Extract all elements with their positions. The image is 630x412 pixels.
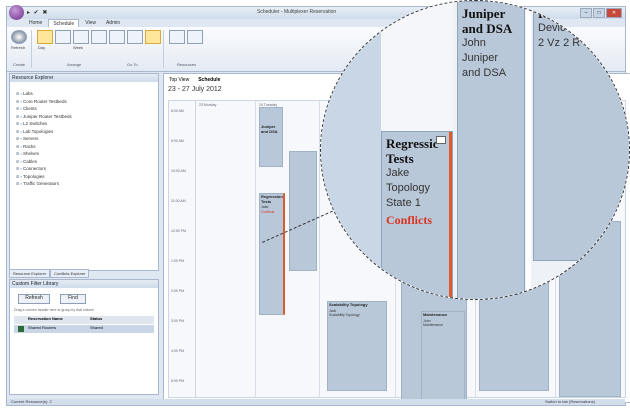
time-label: 3:00 PM (171, 319, 185, 323)
mg-line: 2 Vz 2 R (538, 37, 581, 49)
tree-item[interactable]: Traffic Generators (16, 180, 158, 188)
resource-explorer-panel: Resource Explorer Labs Core Router Testb… (9, 73, 159, 271)
appointment-juniper-dsa[interactable]: Juniper and DSA (259, 107, 283, 167)
time-label: 2:00 PM (171, 289, 185, 293)
appointment-lane[interactable] (289, 151, 317, 271)
tree-item[interactable]: Racks (16, 143, 158, 151)
group-create: Create (13, 62, 26, 67)
filter-find-button[interactable]: Find (60, 294, 86, 304)
time-label: 12:00 PM (171, 229, 186, 233)
tree-item[interactable]: Core Router Testbeds (16, 98, 158, 106)
appt-detail: Scalability Topology (329, 313, 360, 317)
time-column: 8:00 AM 9:00 AM 10:00 AM 11:00 AM 12:00 … (169, 101, 196, 397)
custom-filter-panel: Custom Filter Library Refresh Find Drag … (9, 279, 159, 395)
group-resources: Resources (177, 62, 197, 67)
row-name: Shared Routers (28, 325, 57, 330)
tree-item[interactable]: Shelves (16, 150, 158, 158)
group-arrange: Arrange (67, 62, 82, 67)
work-week-button[interactable] (55, 30, 71, 44)
filter-refresh-button[interactable]: Refresh (18, 294, 50, 304)
time-label: 11:00 AM (171, 199, 186, 203)
appt-conflict: Conflicts (261, 209, 275, 214)
refresh-label: Refresh (11, 45, 26, 50)
timeline-button[interactable] (109, 30, 125, 44)
week-button[interactable] (73, 30, 89, 44)
group-by-hint: Drag a column header here to group by th… (14, 308, 95, 312)
tree-item[interactable]: L2 Switches (16, 120, 158, 128)
appt-title: Juniper and DSA (261, 124, 278, 134)
tree-item[interactable]: Connectors (16, 165, 158, 173)
appointment-regression-tests[interactable]: Regression Tests Jake Conflicts (259, 193, 285, 315)
column-reservation-name[interactable]: Reservation Name (28, 316, 90, 324)
time-label: 9:00 AM (171, 139, 184, 143)
tree-item[interactable]: Servers (16, 135, 158, 143)
day-header: 23 Monday (199, 103, 217, 107)
month-button[interactable] (91, 30, 107, 44)
day-label: Day (38, 45, 46, 50)
tree-item[interactable]: Cables (16, 158, 158, 166)
resource-explorer-title: Resource Explorer (10, 74, 158, 82)
mg-appointment-juniper[interactable]: Juniper and DSA John Juniper and DSA (457, 1, 525, 299)
mg-title: and DSA (462, 21, 513, 36)
week-label: Week (73, 45, 84, 50)
time-label: 5:00 PM (171, 379, 185, 383)
mg-close-icon[interactable] (436, 136, 446, 144)
tree-item[interactable]: Clients (16, 105, 158, 113)
time-label: 10:00 AM (171, 169, 186, 173)
tree-item[interactable]: Lab Topologies (16, 128, 158, 136)
find-button[interactable] (145, 30, 161, 44)
mg-conflicts: Conflicts (386, 213, 432, 227)
mg-appointment-regression[interactable]: Regressic Tests Jake Topology State 1 Co… (381, 131, 453, 299)
conflict-bar (449, 132, 452, 299)
magnifier-callout: Juniper and DSA John Juniper and DSA Reg… (320, 0, 630, 300)
settings-button[interactable] (187, 30, 203, 44)
time-label: 8:00 AM (171, 109, 184, 113)
status-right: Switch to tab (Reservations) (544, 399, 595, 404)
table-row[interactable]: Shared Routers Shared (14, 325, 154, 333)
refresh-button[interactable] (11, 30, 27, 44)
mg-title: Tests (386, 151, 414, 166)
tree-item[interactable]: Labs (16, 90, 158, 98)
resource-tree[interactable]: Labs Core Router Testbeds Clients Junipe… (10, 82, 158, 188)
column-status[interactable]: Status (90, 316, 102, 324)
mg-line: Jake (386, 167, 410, 179)
tree-item[interactable]: Topologies (16, 173, 158, 181)
quick-access-toolbar[interactable]: ▸ ✔ ✖ (27, 9, 48, 16)
appointment-scalability[interactable]: Scalability Topology Jack Scalability To… (327, 301, 387, 391)
tab-schedule-view[interactable]: Schedule (195, 76, 223, 84)
appt-title: Regression Tests (261, 194, 283, 204)
custom-filter-title: Custom Filter Library (10, 280, 158, 288)
mg-column (321, 1, 381, 299)
row-status: Shared (90, 325, 103, 330)
mg-title: Juniper (462, 6, 506, 21)
tab-resource-explorer[interactable]: Resource Explorer (9, 269, 51, 278)
mg-title: R (538, 6, 548, 21)
group-goto: Go To (127, 62, 138, 67)
reservation-color-icon (18, 326, 24, 332)
time-label: 1:00 PM (171, 259, 185, 263)
tree-item[interactable]: Juniper Router Testbeds (16, 113, 158, 121)
schedule-view-button[interactable] (127, 30, 143, 44)
status-bar: Current Resource(s): 2 Switch to tab (Re… (7, 399, 625, 405)
mg-line: John (462, 37, 486, 49)
tab-conflicts-explorer[interactable]: Conflicts Explorer (50, 269, 90, 278)
mg-line: Topology (386, 182, 431, 194)
time-label: 4:00 PM (171, 349, 185, 353)
mg-line: State 1 (386, 197, 421, 209)
appt-detail: Maintenance (423, 323, 444, 327)
status-left: Current Resource(s): 2 (11, 399, 52, 404)
tab-top-view[interactable]: Top View (166, 76, 192, 84)
options-button[interactable] (169, 30, 185, 44)
mg-line: and DSA (462, 67, 507, 79)
mg-line: Juniper (462, 52, 499, 64)
appointment-maintenance[interactable]: Maintenance John Maintenance (421, 311, 465, 401)
application-menu-button[interactable] (9, 5, 24, 20)
day-view-button[interactable] (37, 30, 53, 44)
mg-line: Devic (538, 22, 566, 34)
date-range: 23 - 27 July 2012 (168, 86, 222, 93)
mg-appointment-right[interactable]: R Devic 2 Vz 2 R (533, 1, 629, 261)
